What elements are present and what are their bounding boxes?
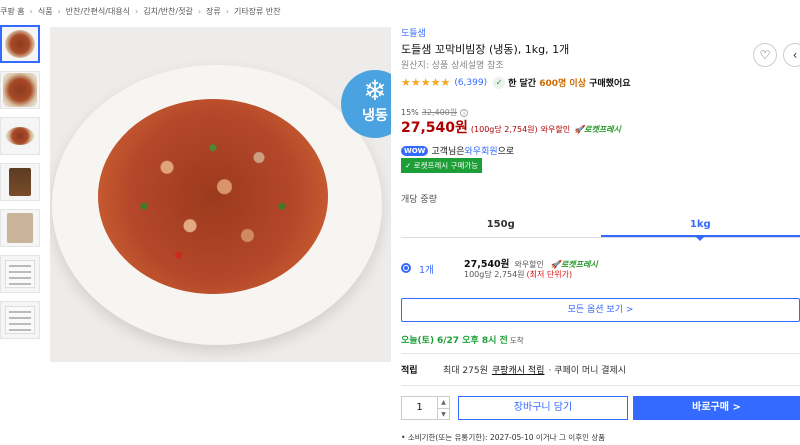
lowest-unit-label: (최저 단위가) bbox=[526, 270, 573, 279]
thumbnail-2[interactable] bbox=[0, 71, 40, 109]
frozen-badge-label: 냉동 bbox=[362, 108, 388, 124]
sale-price: 27,540원 bbox=[401, 120, 468, 136]
expiry-info: • 소비기한(또는 유통기한): 2027-05-10 이거나 그 이후인 상품 bbox=[401, 433, 606, 442]
wow-member-row: WOW 고객님은 와우회원 으로 bbox=[401, 144, 514, 157]
delivery-tail: 도착 bbox=[509, 336, 524, 345]
rocket-fresh-label: 🚀로켓프레시 bbox=[574, 125, 621, 134]
breadcrumb-item[interactable]: 장류 bbox=[206, 6, 221, 17]
weight-label: 개당 중량 bbox=[401, 195, 437, 205]
option-wow-label: 와우할인 bbox=[514, 260, 544, 269]
package-thumbnail-image bbox=[7, 213, 33, 243]
product-title: 도들샘 꼬막비빔장 (냉동), 1kg, 1개 bbox=[401, 43, 570, 56]
view-all-options-button[interactable]: 모든 옵션 보기 > bbox=[401, 298, 800, 322]
product-origin: 원산지: 상품 상세설명 참조 bbox=[401, 61, 504, 71]
review-count-link[interactable]: (6,399) bbox=[454, 78, 487, 88]
info-icon[interactable]: i bbox=[460, 109, 469, 117]
purchase-count-suffix: 구매했어요 bbox=[585, 79, 631, 89]
thumbnail-7[interactable] bbox=[0, 301, 40, 339]
quantity-stepper[interactable]: 1 ▲ ▼ bbox=[401, 396, 450, 420]
tab-1kg[interactable]: 1kg bbox=[600, 214, 800, 241]
quantity-option[interactable]: 1개 27,540원 와우할인 🚀로켓프레시 100g당 2,754원 (최저 단… bbox=[401, 255, 800, 285]
discount-rate: 15% bbox=[401, 108, 419, 117]
snowflake-icon: ❄ bbox=[363, 74, 387, 107]
breadcrumb-item[interactable]: 쿠팡 홈 bbox=[0, 6, 25, 17]
points-row: 적립 최대 275원 쿠팡캐시 적립 · 쿠페이 머니 결제시 bbox=[401, 363, 626, 376]
option-label: 1개 bbox=[419, 265, 434, 276]
add-to-cart-button[interactable]: 장바구니 담기 bbox=[458, 396, 628, 420]
purchase-count-prefix: 한 달간 bbox=[508, 79, 540, 89]
breadcrumb-item[interactable]: 반찬/간편식/대용식 bbox=[66, 6, 130, 17]
unit-price: (100g당 2,754원) bbox=[470, 125, 538, 134]
wow-discount-label: 와우할인 bbox=[540, 125, 571, 134]
option-rocket-text: 로켓프레시 bbox=[560, 260, 598, 269]
check-icon: ✓ bbox=[493, 76, 506, 89]
brand-link[interactable]: 도들샘 bbox=[401, 26, 426, 39]
thumbnail-4[interactable] bbox=[0, 163, 40, 201]
breadcrumb-item[interactable]: 식품 bbox=[38, 6, 53, 17]
thumbnail-1[interactable] bbox=[0, 25, 40, 63]
tab-1kg-label: 1kg bbox=[689, 219, 711, 230]
delivery-date: 6/27 오후 8시 전 bbox=[436, 336, 508, 346]
thumbnail-3[interactable] bbox=[0, 117, 40, 155]
rocket-fresh-available-badge: ✓ 로켓프레시 구매가능 bbox=[401, 158, 483, 173]
points-suffix: · 쿠페이 머니 결제시 bbox=[548, 366, 627, 376]
price-row: 27,540원 (100g당 2,754원) 와우할인 🚀로켓프레시 bbox=[401, 117, 621, 137]
rocket-fresh-text: 로켓프레시 bbox=[584, 125, 621, 134]
delivery-info: 오늘(토) 6/27 오후 8시 전 도착 bbox=[401, 333, 524, 346]
rating-row: ★★★★★ (6,399) ✓ 한 달간 600명 이상 구매했어요 bbox=[401, 76, 631, 89]
weight-tabs: 150g 1kg bbox=[401, 214, 800, 241]
breadcrumb-item[interactable]: 김치/반찬/젓갈 bbox=[143, 6, 193, 17]
radio-selected-icon[interactable] bbox=[401, 263, 411, 273]
breadcrumb: 쿠팡 홈 › 식품 › 반찬/간편식/대용식 › 김치/반찬/젓갈 › 장류 ›… bbox=[0, 4, 281, 18]
wow-text-prefix: 고객님은 bbox=[431, 147, 465, 157]
product-info-panel: 도들샘 도들샘 꼬막비빔장 (냉동), 1kg, 1개 원산지: 상품 상세설명… bbox=[401, 0, 800, 445]
product-thumbnail-image bbox=[3, 73, 37, 107]
wow-badge: WOW bbox=[401, 145, 429, 156]
thumbnail-list bbox=[0, 25, 42, 347]
buy-now-button[interactable]: 바로구매 > bbox=[633, 396, 800, 420]
points-title: 적립 bbox=[401, 366, 418, 376]
thumbnail-6[interactable] bbox=[0, 255, 40, 293]
caret-down-icon bbox=[696, 237, 705, 241]
delivery-day: 오늘(토) bbox=[401, 336, 435, 346]
rocket-fresh-label: 🚀로켓프레시 bbox=[550, 260, 598, 269]
chevron-right-icon: › bbox=[57, 6, 61, 16]
quantity-arrows: ▲ ▼ bbox=[437, 397, 449, 419]
increment-icon[interactable]: ▲ bbox=[438, 397, 449, 409]
wow-text-suffix: 으로 bbox=[497, 147, 515, 157]
label-thumbnail-image bbox=[5, 260, 35, 288]
product-thumbnail-image bbox=[5, 30, 35, 58]
quantity-input[interactable]: 1 bbox=[402, 397, 437, 419]
chevron-right-icon: › bbox=[197, 6, 202, 16]
chevron-right-icon: › bbox=[135, 6, 139, 16]
chevron-right-icon: › bbox=[29, 6, 33, 16]
option-unit-price: 100g당 2,754원 (최저 단위가) bbox=[464, 269, 572, 280]
expiry-text: 소비기한(또는 유통기한): 2027-05-10 이거나 그 이후인 상품 bbox=[407, 433, 606, 442]
chevron-right-icon: › bbox=[225, 6, 229, 16]
points-amount: 최대 275원 bbox=[443, 366, 488, 376]
star-rating: ★★★★★ bbox=[401, 76, 451, 89]
breadcrumb-item[interactable]: 기타장류 반찬 bbox=[234, 6, 281, 17]
share-icon[interactable]: ‹ bbox=[783, 43, 800, 67]
package-thumbnail-image bbox=[9, 168, 31, 196]
divider bbox=[401, 353, 800, 354]
divider bbox=[401, 385, 800, 386]
main-product-image[interactable]: ❄ 냉동 bbox=[50, 27, 391, 362]
heart-icon[interactable]: ♡ bbox=[753, 43, 777, 67]
wow-member-link[interactable]: 와우회원 bbox=[465, 144, 498, 157]
purchase-count-number: 600명 이상 bbox=[539, 79, 586, 89]
thumbnail-5[interactable] bbox=[0, 209, 40, 247]
original-price: 32,400원 bbox=[421, 108, 458, 117]
label-thumbnail-image bbox=[5, 306, 35, 334]
decrement-icon[interactable]: ▼ bbox=[438, 409, 449, 420]
option-unit-value: 100g당 2,754원 bbox=[464, 270, 525, 279]
option-price: 27,540원 와우할인 🚀로켓프레시 bbox=[464, 256, 598, 270]
tab-150g[interactable]: 150g bbox=[401, 214, 601, 237]
coupang-cash-link[interactable]: 쿠팡캐시 적립 bbox=[492, 363, 545, 376]
product-thumbnail-image bbox=[6, 127, 34, 145]
purchase-count: 한 달간 600명 이상 구매했어요 bbox=[508, 76, 630, 89]
food-image bbox=[98, 99, 328, 294]
